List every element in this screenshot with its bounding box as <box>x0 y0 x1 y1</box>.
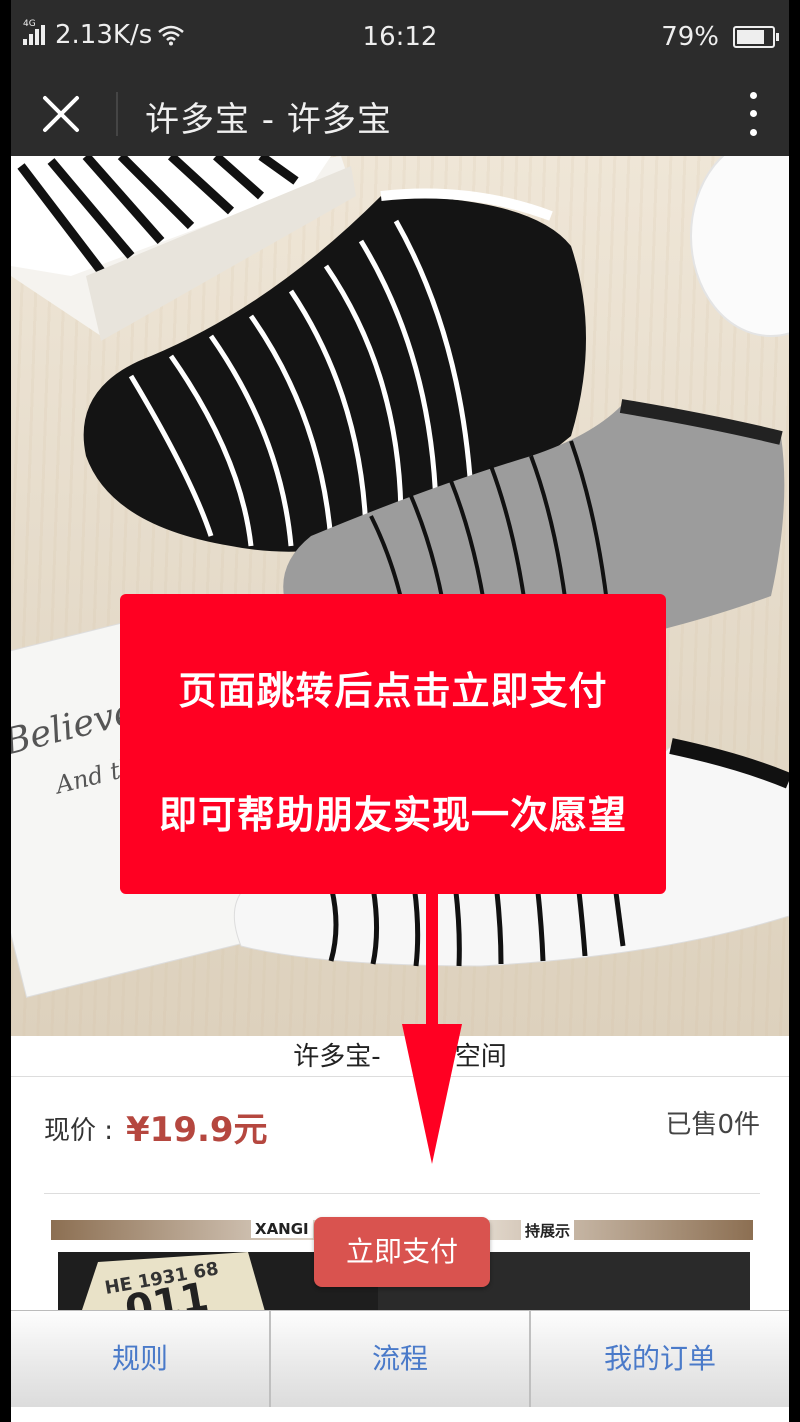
down-arrow-icon <box>402 894 462 1164</box>
phone-screen: 4G 2.13K/s 16:12 79% 许多宝 - 许多宝 Believe A… <box>11 0 789 1422</box>
plate <box>690 156 789 337</box>
status-right: 79% <box>661 22 779 52</box>
battery-percent: 79% <box>661 22 719 52</box>
shop-name-head: 许多宝- <box>293 1042 381 1072</box>
instruction-overlay: 页面跳转后点击立即支付 即可帮助朋友实现一次愿望 <box>120 594 666 894</box>
more-vertical-icon[interactable] <box>743 86 763 142</box>
price-label: 现价 : <box>44 1116 114 1146</box>
title-bar: 许多宝 - 许多宝 <box>11 72 789 156</box>
instruction-line-1: 页面跳转后点击立即支付 <box>178 669 608 713</box>
instruction-line-2: 即可帮助朋友实现一次愿望 <box>158 793 627 837</box>
status-bar: 4G 2.13K/s 16:12 79% <box>11 0 789 72</box>
battery-fill <box>737 30 764 44</box>
banner-text-right: 持展示 <box>521 1220 575 1241</box>
nav-my-orders[interactable]: 我的订单 <box>531 1311 789 1407</box>
section-divider <box>44 1193 760 1194</box>
bottom-nav: 规则 流程 我的订单 <box>11 1310 789 1407</box>
nav-process[interactable]: 流程 <box>271 1311 531 1407</box>
sold-count: 已售0件 <box>665 1110 760 1140</box>
price-value: ¥19.9元 <box>126 1110 268 1150</box>
pay-now-button[interactable]: 立即支付 <box>314 1217 490 1287</box>
close-icon[interactable] <box>35 88 87 140</box>
page-title: 许多宝 - 许多宝 <box>145 100 392 140</box>
battery-icon <box>733 26 779 48</box>
title-divider <box>116 92 118 136</box>
banner-text-left: XANGI <box>251 1220 313 1238</box>
nav-rules[interactable]: 规则 <box>11 1311 271 1407</box>
